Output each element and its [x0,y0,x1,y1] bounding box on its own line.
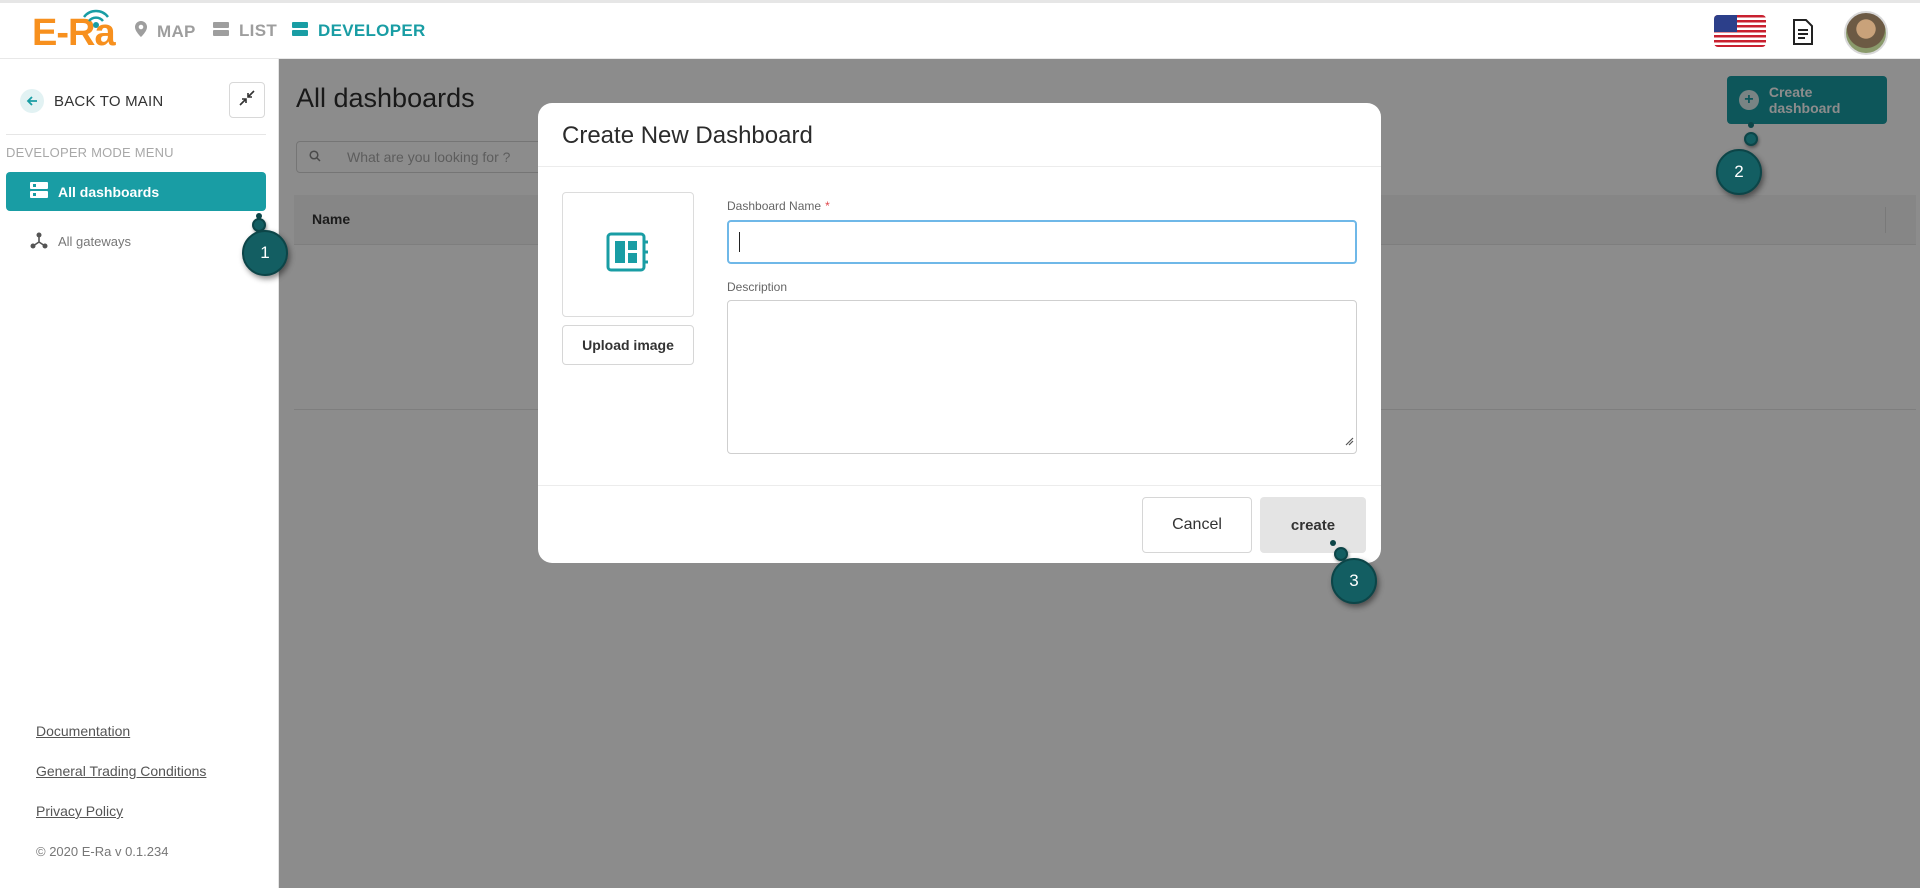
privacy-policy-link[interactable]: Privacy Policy [36,803,123,819]
dashboard-name-field[interactable] [727,220,1357,264]
copyright-text: © 2020 E-Ra v 0.1.234 [36,844,169,859]
collapse-arrows-icon [239,89,255,111]
map-pin-icon [135,21,147,42]
required-mark: * [825,199,830,213]
nav-list[interactable]: LIST [213,21,277,41]
modal-title: Create New Dashboard [562,122,813,149]
create-dashboard-modal: Create New Dashboard Upload image Dashbo… [538,103,1381,563]
nav-map[interactable]: MAP [135,21,196,42]
step-1-marker: 1 [242,230,288,276]
back-to-main-label: BACK TO MAIN [54,92,164,110]
gateway-icon [30,231,48,252]
modal-footer-divider [538,485,1381,486]
sidebar-divider [6,134,266,135]
sidebar-item-label: All dashboards [58,183,160,200]
developer-icon [292,21,308,41]
top-navigation-bar: E-Ra MAP LIST DEVELOPER [0,3,1920,59]
step-3-pointer [1330,540,1336,546]
step-2-pin [1744,132,1758,146]
modal-header-divider [538,166,1381,167]
nav-map-label: MAP [157,21,196,41]
step-2-marker: 2 [1716,149,1762,195]
resize-grip-icon[interactable] [1344,433,1354,451]
dashboard-image-preview[interactable] [562,192,694,317]
step-2-pointer [1748,122,1754,128]
sidebar-item-all-dashboards[interactable]: All dashboards [6,172,266,211]
sidebar-item-label: All gateways [58,234,131,249]
list-icon [213,21,229,41]
documentation-link[interactable]: Documentation [36,723,130,739]
document-icon[interactable] [1791,19,1815,50]
dashboard-name-label-text: Dashboard Name [727,199,822,213]
arrow-left-icon [20,89,44,113]
trading-conditions-link[interactable]: General Trading Conditions [36,763,206,779]
dashboard-name-label: Dashboard Name * [727,199,830,213]
back-to-main-button[interactable]: BACK TO MAIN [20,89,163,113]
nav-list-label: LIST [239,21,278,40]
wifi-signal-icon [83,9,109,28]
collapse-sidebar-button[interactable] [229,82,265,118]
nav-developer[interactable]: DEVELOPER [292,21,426,41]
upload-image-button[interactable]: Upload image [562,325,694,365]
nav-developer-label: DEVELOPER [318,21,426,40]
dashboards-icon [30,182,48,201]
era-logo[interactable]: E-Ra [32,9,120,53]
sidebar: BACK TO MAIN DEVELOPER MODE MENU All das… [0,59,279,888]
text-cursor [739,232,740,252]
user-avatar[interactable] [1844,11,1888,55]
description-field[interactable] [727,300,1357,454]
developer-menu-title: DEVELOPER MODE MENU [6,145,174,160]
step-3-marker: 3 [1331,558,1377,604]
sidebar-item-all-gateways[interactable]: All gateways [30,231,131,252]
dashboard-placeholder-icon [606,232,650,277]
create-button[interactable]: create [1260,497,1366,553]
us-flag-icon[interactable] [1714,15,1766,47]
cancel-button[interactable]: Cancel [1142,497,1252,553]
description-label: Description [727,280,788,294]
